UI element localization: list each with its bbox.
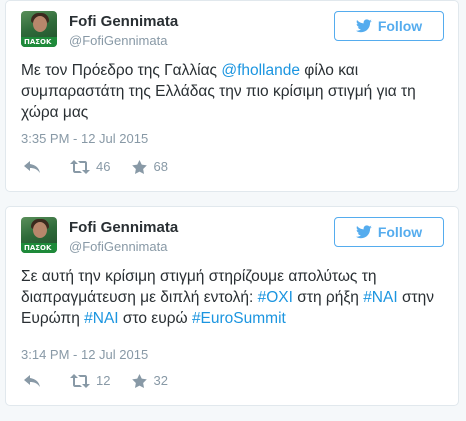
tweet-card: ΠΑΣΟΚ Fofi Gennimata @FofiGennimata Foll…: [5, 206, 459, 406]
retweet-button[interactable]: 12: [70, 373, 110, 388]
reply-icon: [24, 374, 40, 387]
avatar[interactable]: ΠΑΣΟΚ: [21, 217, 57, 253]
tweet-actions: 46 68: [24, 159, 168, 174]
follow-button[interactable]: Follow: [334, 11, 444, 41]
tweet-text: Σε αυτή την κρίσιμη στιγμή στηρίζουμε απ…: [21, 266, 442, 329]
retweet-button[interactable]: 46: [70, 159, 110, 174]
author-name[interactable]: Fofi Gennimata: [69, 219, 178, 236]
mention-link[interactable]: @fhollande: [221, 62, 300, 79]
twitter-bird-icon: [355, 19, 372, 33]
tweet-text-part: στο ευρώ: [118, 310, 192, 327]
favorite-button[interactable]: 32: [132, 373, 168, 388]
hashtag-link[interactable]: #EuroSummit: [192, 310, 286, 327]
avatar[interactable]: ΠΑΣΟΚ: [21, 11, 57, 47]
follow-label: Follow: [377, 18, 423, 34]
retweet-count: 12: [96, 373, 111, 388]
favorite-count: 32: [153, 373, 168, 388]
author-handle[interactable]: @FofiGennimata: [69, 33, 167, 48]
tweet-text-part: στη ρήξη: [292, 289, 364, 306]
hashtag-link[interactable]: #ΟΧΙ: [258, 289, 293, 306]
retweet-icon: [70, 373, 90, 388]
favorite-button[interactable]: 68: [132, 159, 168, 174]
author-name[interactable]: Fofi Gennimata: [69, 13, 178, 30]
author-handle[interactable]: @FofiGennimata: [69, 239, 167, 254]
tweet-card: ΠΑΣΟΚ Fofi Gennimata @FofiGennimata Foll…: [5, 0, 459, 192]
follow-label: Follow: [377, 224, 423, 240]
tweet-actions: 12 32: [24, 373, 168, 388]
hashtag-link[interactable]: #ΝΑΙ: [84, 310, 118, 327]
tweet-text-part: Με τον Πρόεδρο της Γαλλίας: [21, 62, 222, 79]
tweet-timestamp[interactable]: 3:14 PM - 12 Jul 2015: [21, 347, 148, 362]
reply-button[interactable]: [24, 160, 40, 173]
follow-button[interactable]: Follow: [334, 217, 444, 247]
favorite-count: 68: [153, 159, 168, 174]
tweet-text: Με τον Πρόεδρο της Γαλλίας @fhollande φί…: [21, 60, 442, 123]
retweet-icon: [70, 159, 90, 174]
retweet-count: 46: [96, 159, 111, 174]
twitter-bird-icon: [355, 225, 372, 239]
tweet-timestamp[interactable]: 3:35 PM - 12 Jul 2015: [21, 131, 148, 146]
star-icon: [132, 373, 148, 388]
hashtag-link[interactable]: #ΝΑΙ: [363, 289, 397, 306]
reply-button[interactable]: [24, 374, 40, 387]
star-icon: [132, 159, 148, 174]
reply-icon: [24, 160, 40, 173]
